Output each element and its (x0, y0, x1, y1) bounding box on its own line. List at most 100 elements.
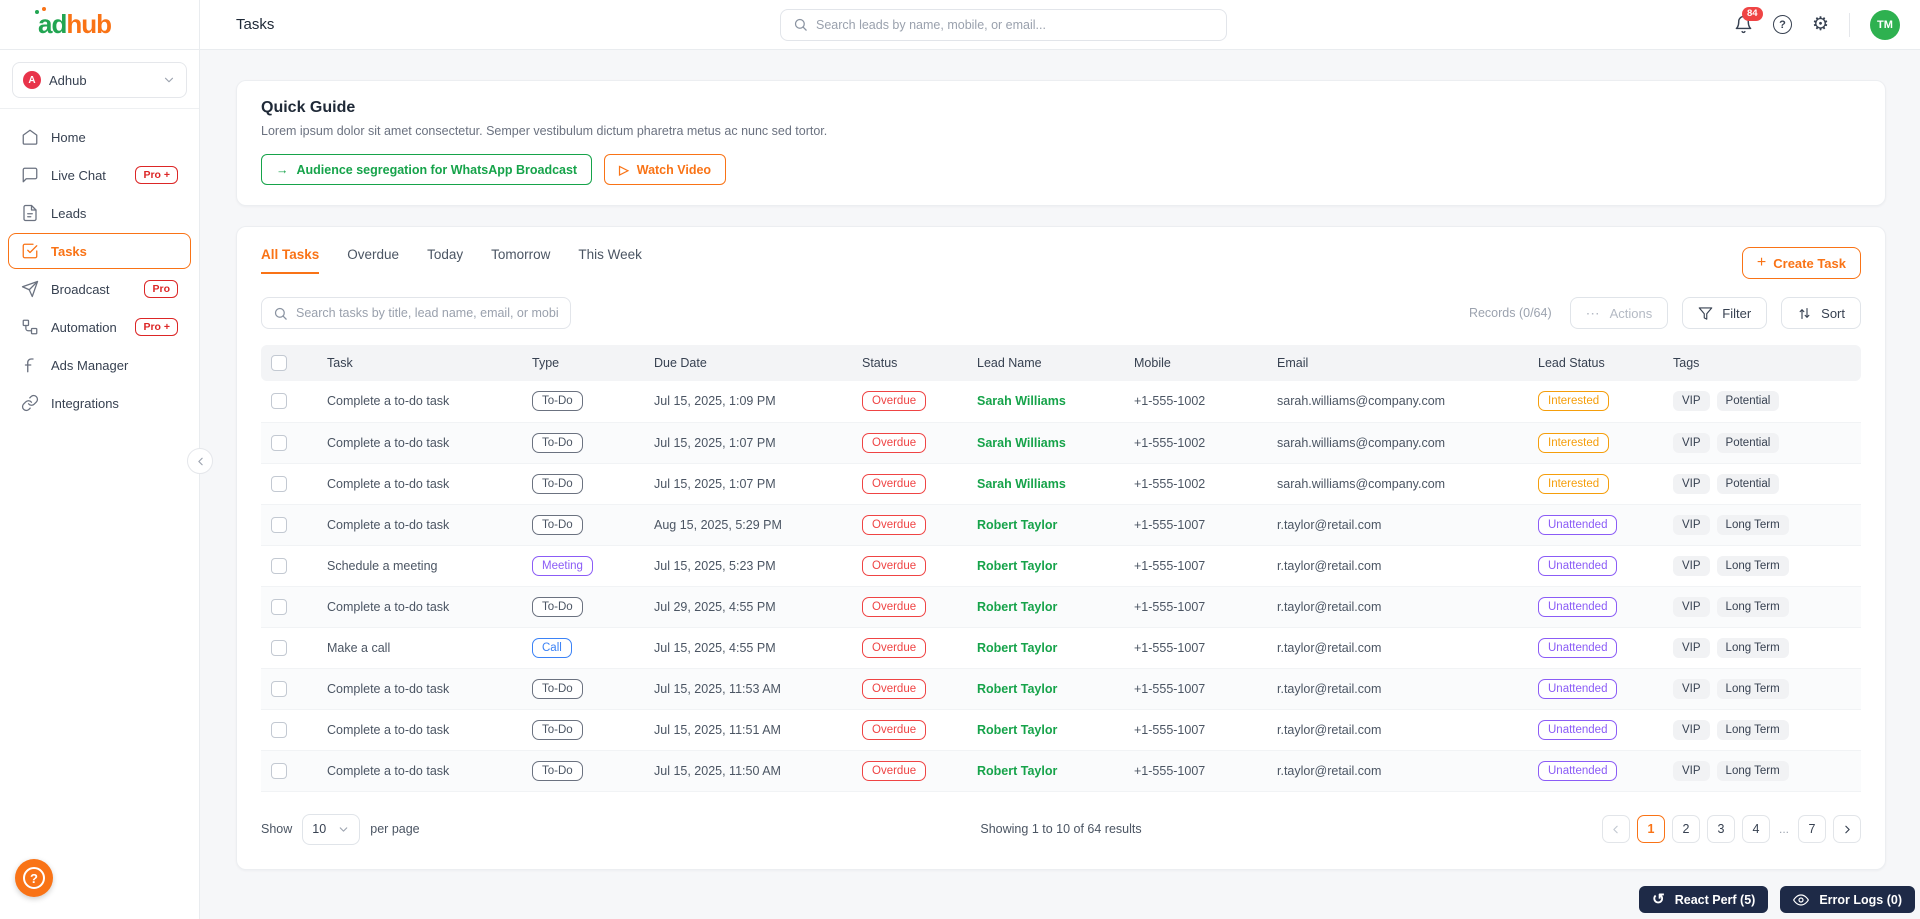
task-search-input[interactable] (296, 306, 559, 320)
page-button-3[interactable]: 3 (1706, 815, 1735, 843)
lead-name-link[interactable]: Robert Taylor (977, 641, 1057, 655)
page-button-2[interactable]: 2 (1671, 815, 1700, 843)
main-content: Quick Guide Lorem ipsum dolor sit amet c… (200, 50, 1920, 919)
chip-unattended: Unattended (1538, 719, 1618, 740)
mobile-cell: +1-555-1002 (1124, 422, 1267, 464)
pro-badge: Pro (144, 280, 178, 298)
question-mark-icon: ? (1779, 18, 1786, 31)
tag-chip: VIP (1673, 555, 1710, 576)
tags-cell: VIP Long Term (1663, 709, 1861, 751)
ellipsis-icon: ⋯ (1585, 304, 1601, 321)
lead-status-cell: Unattended (1528, 586, 1663, 628)
page-button-7[interactable]: 7 (1798, 815, 1826, 843)
page-size-select[interactable]: 10 (302, 813, 361, 845)
row-checkbox-cell (261, 586, 317, 628)
audience-segregation-button[interactable]: → Audience segregation for WhatsApp Broa… (261, 154, 593, 185)
adhub-logo[interactable]: adhub (35, 9, 112, 40)
tab-all-tasks[interactable]: All Tasks (261, 247, 320, 274)
sidebar-item-tasks[interactable]: Tasks (8, 233, 191, 269)
row-checkbox[interactable] (271, 557, 287, 574)
sidebar-collapse-button[interactable] (187, 448, 213, 474)
sidebar-item-leads[interactable]: Leads (8, 195, 191, 231)
lead-name-link[interactable]: Robert Taylor (977, 600, 1057, 614)
pagination-row: Show 10 per page Showing 1 to 10 of 64 r… (261, 813, 1861, 845)
records-count: Records (0/64) (1468, 306, 1552, 320)
table-row: Schedule a meeting Meeting Jul 15, 2025, 5… (261, 545, 1861, 587)
help-widget-button[interactable]: ? (15, 859, 53, 897)
tab-this-week[interactable]: This Week (578, 247, 642, 274)
lead-name-link[interactable]: Robert Taylor (977, 518, 1057, 532)
row-checkbox[interactable] (271, 639, 287, 656)
row-checkbox[interactable] (271, 721, 287, 738)
chevron-left-icon (197, 457, 203, 465)
quick-guide-description: Lorem ipsum dolor sit amet consectetur. … (261, 124, 828, 138)
tag-chip: VIP (1673, 391, 1710, 412)
workspace-selector[interactable]: A Adhub (12, 62, 187, 98)
tab-tomorrow[interactable]: Tomorrow (491, 247, 550, 274)
chip-overdue: Overdue (862, 555, 927, 576)
lead-name-link[interactable]: Sarah Williams (977, 477, 1066, 491)
lead-name-link[interactable]: Robert Taylor (977, 723, 1057, 737)
error-logs-button[interactable]: Error Logs (0) (1780, 886, 1915, 913)
sidebar-item-ads-manager[interactable]: Ads Manager (8, 347, 191, 383)
lead-name-link[interactable]: Sarah Williams (977, 394, 1066, 408)
task-search (261, 297, 571, 329)
tab-today[interactable]: Today (427, 247, 463, 274)
email-cell: r.taylor@retail.com (1267, 586, 1528, 628)
sidebar-item-broadcast[interactable]: Broadcast Pro (8, 271, 191, 307)
row-checkbox[interactable] (271, 598, 287, 615)
sidebar-item-live-chat[interactable]: Live Chat Pro + (8, 157, 191, 193)
page-button-4[interactable]: 4 (1741, 815, 1770, 843)
row-checkbox-cell (261, 668, 317, 710)
chip-interested: Interested (1538, 391, 1610, 412)
lead-status-cell: Unattended (1528, 750, 1663, 792)
previous-page-button[interactable] (1601, 815, 1630, 843)
show-label: Show (261, 822, 293, 836)
home-icon (21, 128, 39, 146)
table-row: Complete a to-do task To-Do Jul 15, 2025, … (261, 709, 1861, 751)
lead-name-link[interactable]: Robert Taylor (977, 559, 1057, 573)
row-checkbox[interactable] (271, 762, 287, 779)
chip-overdue: Overdue (862, 432, 927, 453)
react-perf-button[interactable]: ↺ React Perf (5) (1639, 886, 1769, 913)
sort-button[interactable]: Sort (1781, 297, 1861, 329)
sort-arrows-icon (1799, 307, 1810, 319)
tab-overdue[interactable]: Overdue (347, 247, 399, 274)
row-checkbox[interactable] (271, 434, 287, 451)
settings-button[interactable]: ⚙ (1812, 15, 1829, 34)
chip-to-do: To-Do (532, 596, 583, 617)
tag-chip: Long Term (1716, 555, 1789, 576)
user-avatar[interactable]: TM (1870, 9, 1900, 40)
chip-to-do: To-Do (532, 719, 583, 740)
chip-meeting: Meeting (532, 555, 593, 576)
per-page-label: per page (370, 822, 420, 836)
watch-video-button[interactable]: ▷ Watch Video (604, 154, 727, 185)
lead-name-link[interactable]: Sarah Williams (977, 436, 1066, 450)
next-page-button[interactable] (1833, 815, 1861, 843)
chip-interested: Interested (1538, 432, 1610, 453)
select-all-checkbox[interactable] (271, 355, 287, 371)
actions-button[interactable]: ⋯ Actions (1569, 297, 1669, 329)
sidebar-item-automation[interactable]: Automation Pro + (8, 309, 191, 345)
help-button[interactable]: ? (1772, 15, 1792, 34)
sidebar-item-integrations[interactable]: Integrations (8, 385, 191, 421)
row-checkbox[interactable] (271, 475, 287, 492)
page-button-1[interactable]: 1 (1636, 815, 1665, 843)
task-cell: Complete a to-do task (317, 709, 522, 751)
status-cell: Overdue (852, 422, 967, 464)
sidebar-item-home[interactable]: Home (8, 119, 191, 155)
notifications-button[interactable]: 84 (1734, 7, 1763, 34)
row-checkbox[interactable] (271, 680, 287, 697)
row-checkbox[interactable] (271, 393, 287, 410)
broadcast-icon (21, 280, 39, 298)
lead-name-link[interactable]: Robert Taylor (977, 682, 1057, 696)
row-checkbox-cell (261, 627, 317, 669)
global-search-input[interactable] (816, 17, 1214, 32)
create-task-button[interactable]: + Create Task (1741, 247, 1861, 279)
table-row: Complete a to-do task To-Do Aug 15, 2025, … (261, 504, 1861, 546)
filter-button[interactable]: Filter (1682, 297, 1768, 329)
lead-name-link[interactable]: Robert Taylor (977, 764, 1057, 778)
column-header-tags: Tags (1663, 345, 1861, 381)
page-ellipsis: ... (1778, 822, 1789, 836)
row-checkbox[interactable] (271, 516, 287, 533)
